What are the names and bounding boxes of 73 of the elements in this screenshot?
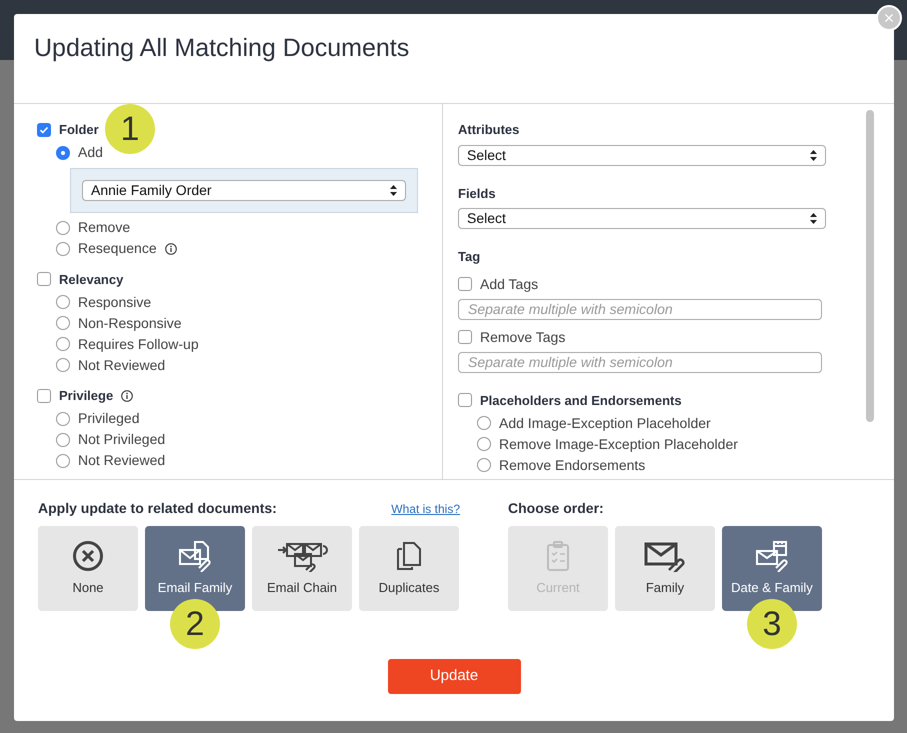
option-label: Add Image-Exception Placeholder — [499, 414, 711, 433]
dialog-title: Updating All Matching Documents — [34, 32, 410, 64]
select-arrows-icon — [810, 213, 817, 224]
option-label: Remove Image-Exception Placeholder — [499, 434, 738, 454]
checkbox[interactable] — [458, 393, 472, 408]
email-calendar-icon — [754, 540, 790, 572]
option-tile[interactable]: Duplicates — [359, 526, 459, 611]
option-label: Not Reviewed — [78, 356, 166, 374]
option-label: Resequence — [78, 239, 157, 258]
option-label: Not Privileged — [78, 430, 166, 449]
radio-button[interactable] — [56, 220, 70, 234]
help-link[interactable]: What is this? — [391, 500, 460, 518]
option-label: Non-Responsive — [78, 314, 182, 333]
field-label: Attributes — [458, 121, 520, 139]
callout-marker: 1 — [105, 104, 155, 154]
option-label: Remove Endorsements — [499, 456, 646, 474]
fields-select[interactable]: Select — [458, 208, 826, 229]
email-attachment-icon — [177, 540, 213, 572]
radio-button[interactable] — [477, 437, 491, 451]
field-label: Tag — [458, 248, 482, 266]
copy-documents-icon — [395, 540, 423, 572]
radio-button[interactable] — [477, 458, 491, 472]
cancel-circle-icon — [72, 540, 104, 572]
tag-input-field[interactable]: Separate multiple with semicolon — [458, 298, 822, 320]
option-label: Privileged — [78, 409, 140, 428]
section-label: Apply update to related documents: — [38, 499, 277, 518]
tag-input-field[interactable]: Separate multiple with semicolon — [458, 352, 822, 372]
group-label: Folder — [59, 121, 99, 139]
attributes-select[interactable]: Select — [458, 144, 826, 166]
checkbox[interactable] — [458, 330, 472, 344]
scrollbar-thumb[interactable] — [866, 110, 874, 422]
option-label: Requires Follow-up — [78, 334, 199, 354]
option-label: Not Reviewed — [78, 451, 166, 470]
group-label: Placeholders and Endorsements — [480, 392, 682, 410]
option-tile[interactable]: Family — [615, 526, 715, 611]
checkbox[interactable] — [37, 272, 51, 286]
select-arrows-icon — [390, 184, 397, 196]
group-label: Privilege — [59, 387, 114, 405]
checkbox[interactable] — [458, 277, 472, 291]
radio-button[interactable] — [56, 358, 70, 372]
info-icon[interactable] — [164, 242, 177, 254]
email-attachment-icon — [643, 540, 687, 572]
option-label: Remove Tags — [480, 328, 566, 347]
folder-select[interactable]: Annie Family Order — [82, 180, 406, 200]
radio-button[interactable] — [56, 295, 70, 309]
radio-button[interactable] — [56, 146, 70, 160]
radio-button[interactable] — [477, 416, 491, 430]
checkbox[interactable] — [37, 122, 51, 137]
option-tile[interactable]: None — [38, 526, 138, 611]
radio-button[interactable] — [56, 337, 70, 351]
radio-button[interactable] — [56, 242, 70, 256]
checkbox[interactable] — [37, 388, 51, 403]
radio-button[interactable] — [56, 432, 70, 446]
group-label: Relevancy — [59, 270, 124, 289]
option-label: Add Tags — [480, 274, 538, 294]
option-label: Remove — [78, 218, 130, 237]
field-label: Fields — [458, 184, 497, 202]
radio-button[interactable] — [56, 316, 70, 330]
update-button[interactable]: Update — [388, 659, 520, 694]
callout-marker: 3 — [747, 599, 797, 649]
select-arrows-icon — [810, 150, 817, 160]
section-label: Choose order: — [508, 499, 605, 518]
radio-button[interactable] — [56, 454, 70, 468]
option-label: Add — [78, 143, 103, 162]
callout-marker: 2 — [170, 599, 220, 649]
option-tile[interactable]: Email Family — [145, 526, 245, 611]
clipboard-checklist-icon — [544, 540, 572, 572]
info-icon[interactable] — [121, 390, 134, 402]
radio-button[interactable] — [56, 412, 70, 426]
option-label: Responsive — [78, 292, 152, 312]
option-tile[interactable]: Date & Family — [722, 526, 822, 611]
option-tile[interactable]: Email Chain — [252, 526, 352, 611]
checkmark-icon — [39, 124, 49, 135]
